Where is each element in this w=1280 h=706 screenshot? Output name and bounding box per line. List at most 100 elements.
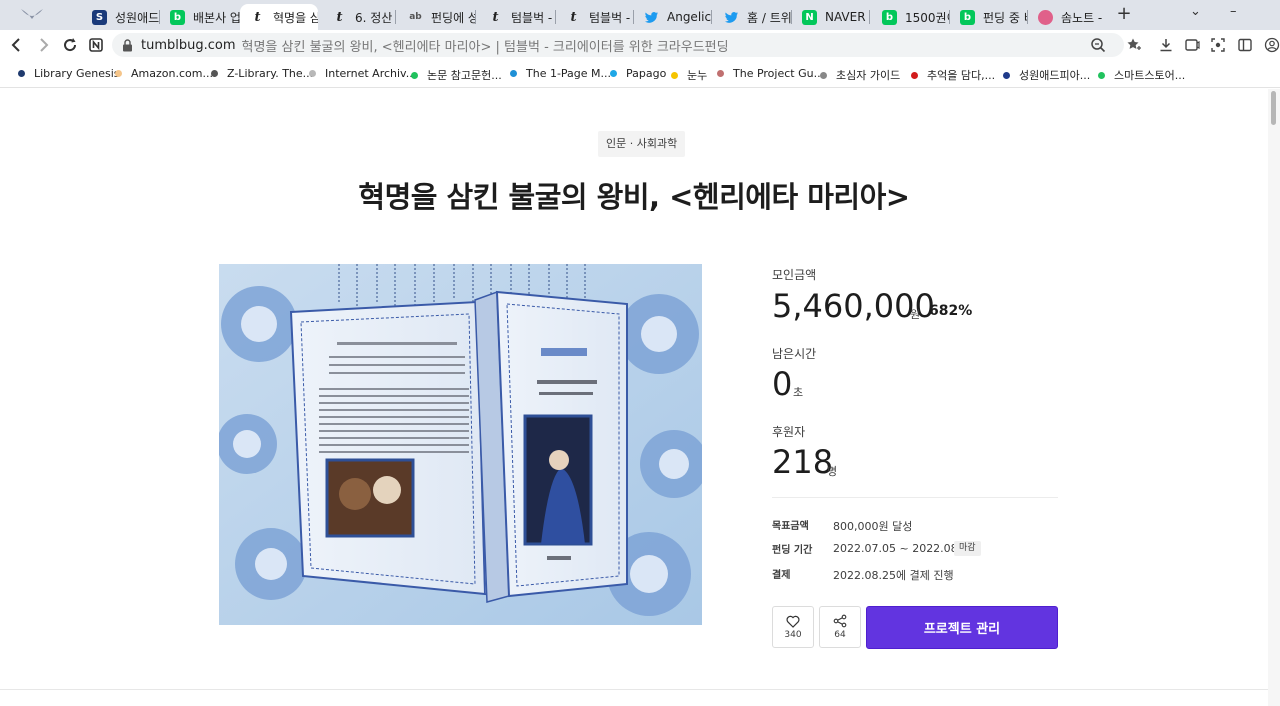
naver-blog-icon: b (170, 9, 185, 25)
time-left-unit: 초 (793, 386, 804, 399)
reload-icon[interactable] (60, 35, 80, 55)
tab-5[interactable]: t 텀블벅 - (478, 4, 556, 30)
somnote-icon (1038, 9, 1053, 25)
bookmark-favicon-icon (411, 71, 418, 79)
bookmark-8[interactable]: The Project Gu... (717, 67, 824, 80)
tumblbug-icon: t (570, 9, 577, 25)
time-left-value: 0 (772, 365, 793, 403)
category-tag[interactable]: 인문 · 사회과학 (598, 131, 686, 157)
bookmark-favicon-icon (510, 70, 517, 77)
scrollbar-track[interactable] (1268, 89, 1280, 706)
payment-key: 결제 (772, 570, 791, 581)
url-host: tumblbug.com (141, 37, 236, 53)
tab-0[interactable]: S 성원애드 (82, 4, 160, 30)
bookmark-label: 스마트스토어... (1114, 69, 1186, 82)
favorites-icon[interactable] (1126, 37, 1142, 53)
period-key: 펀딩 기간 (772, 545, 813, 556)
project-cover-image[interactable] (219, 264, 702, 625)
tumblbug-icon: t (336, 9, 343, 25)
minimize-button[interactable]: – (1230, 4, 1237, 19)
bookmark-label: The Project Gu... (733, 67, 825, 80)
bookmark-6[interactable]: Papago (610, 67, 666, 80)
bookmark-favicon-icon (610, 70, 617, 77)
goal-value: 800,000원 달성 (833, 520, 913, 533)
naver-whale-icon[interactable] (86, 35, 106, 55)
bookmark-3[interactable]: Internet Archiv... (309, 67, 416, 80)
like-count: 340 (784, 629, 802, 640)
bookmark-5[interactable]: The 1-Page M... (510, 67, 611, 80)
project-title: 혁명을 삼킨 불굴의 왕비, <헨리에타 마리아> (358, 180, 910, 214)
lock-icon (123, 38, 132, 51)
bookmark-label: 성원애드피아... (1019, 69, 1091, 82)
bookmark-label: Z-Library. The... (227, 67, 314, 80)
forward-icon[interactable] (34, 35, 54, 55)
twitter-icon (644, 11, 659, 23)
download-icon[interactable] (1158, 37, 1174, 53)
tab-6[interactable]: t 텀블벅 - (556, 4, 634, 30)
bookmark-0[interactable]: Library Genesis (18, 67, 120, 80)
tab-9[interactable]: N NAVER (792, 4, 870, 30)
manage-project-button[interactable]: 프로젝트 관리 (866, 606, 1058, 649)
tab-8[interactable]: 홈 / 트위 (714, 4, 792, 30)
tab-4[interactable]: ab 펀딩에 성 (398, 4, 476, 30)
bookmark-2[interactable]: Z-Library. The... (211, 67, 313, 80)
bookmark-favicon-icon (717, 70, 724, 77)
bookmark-favicon-icon (1098, 71, 1105, 79)
address-bar[interactable]: tumblbug.com 혁명을 삼킨 불굴의 왕비, <헨리에타 마리아> |… (112, 33, 1124, 57)
tab-11[interactable]: b 펀딩 중 비 (950, 4, 1028, 30)
bookmark-12[interactable]: 스마트스토어... (1098, 67, 1185, 83)
bookmark-label: 눈누 (687, 69, 708, 82)
tab-label: NAVER (825, 10, 866, 24)
naver-blog-icon: b (960, 9, 975, 25)
bookmark-label: Papago (626, 67, 667, 80)
bookmark-10[interactable]: 추억을 담다,... (911, 67, 995, 83)
tab-label: 홈 / 트위 (747, 10, 792, 25)
scrollbar-thumb[interactable] (1271, 91, 1276, 125)
screenshot-icon[interactable] (1210, 37, 1226, 53)
bookmark-11[interactable]: 성원애드피아... (1003, 67, 1090, 83)
bookmark-7[interactable]: 눈누 (671, 67, 707, 83)
zoom-icon[interactable] (1090, 37, 1106, 53)
naver-blog-icon: b (882, 9, 897, 25)
tab-12[interactable]: 솜노트 - (1028, 4, 1106, 30)
backers-unit: 명 (827, 465, 838, 478)
split-view-icon[interactable] (1237, 37, 1253, 53)
tab-label: 성원애드 (115, 10, 160, 25)
tumblbug-icon: t (492, 9, 499, 25)
tab-1[interactable]: b 배본사 업 (160, 4, 240, 30)
tab-3[interactable]: t 6. 정산 일 (322, 4, 396, 30)
bookmark-favicon-icon (820, 71, 827, 79)
bookmark-favicon-icon (911, 71, 918, 79)
tab-label: 텀블벅 - (511, 10, 553, 25)
tab-label: 펀딩에 성 (431, 10, 476, 25)
tab-7[interactable]: Angelica (634, 4, 712, 30)
tab-2-active[interactable]: t 혁명을 삼 (240, 4, 318, 30)
translate-icon: ab (409, 12, 422, 22)
tab-label: 텀블벅 - (589, 10, 631, 25)
sidebar-window-icon[interactable] (1184, 37, 1200, 53)
goal-key: 목표금액 (772, 521, 809, 532)
tab-label: 펀딩 중 비 (983, 10, 1028, 25)
new-tab-button[interactable]: + (1114, 4, 1134, 24)
raised-label: 모인금액 (772, 268, 817, 282)
bookmark-9[interactable]: 초심자 가이드 (820, 67, 900, 83)
closed-badge: 마감 (954, 541, 981, 556)
tab-10[interactable]: b 1500권이 (872, 4, 950, 30)
share-icon (833, 614, 847, 628)
bookmark-4[interactable]: 논문 참고문헌... (411, 67, 502, 83)
time-left-label: 남은시간 (772, 347, 817, 361)
raised-unit: 원 (910, 308, 921, 321)
share-button[interactable]: 64 (819, 606, 861, 648)
tab-label: 혁명을 삼 (273, 10, 318, 25)
bookmark-favicon-icon (309, 70, 316, 77)
bookmarks-bar: Library Genesis Amazon.com.... Z-Library… (0, 60, 1280, 88)
tumblbug-icon: t (254, 9, 261, 25)
browser-logo-icon (21, 9, 43, 19)
twitter-icon (724, 11, 739, 23)
like-button[interactable]: 340 (772, 606, 814, 648)
backers-count: 218 (772, 443, 834, 481)
profile-icon[interactable] (1264, 37, 1280, 53)
tab-search-button[interactable]: ⌄ (1190, 4, 1201, 19)
bookmark-1[interactable]: Amazon.com.... (115, 67, 216, 80)
back-icon[interactable] (6, 35, 26, 55)
